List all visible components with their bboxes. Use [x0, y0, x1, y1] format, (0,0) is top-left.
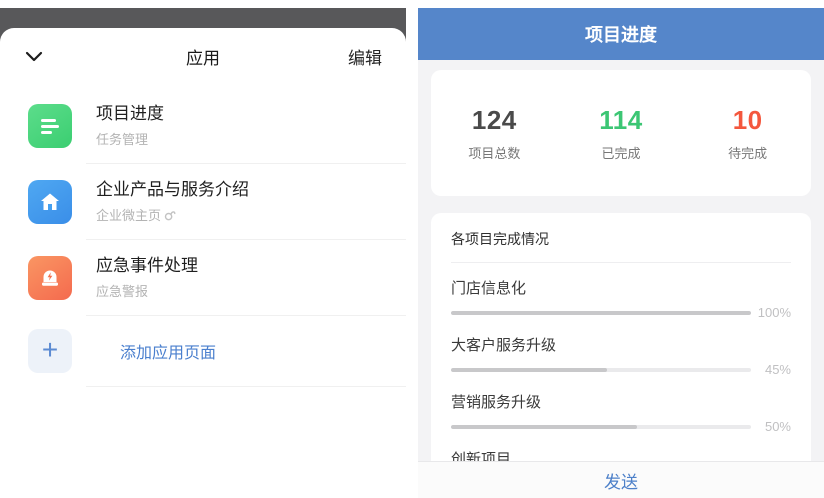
app-item-title: 应急事件处理 — [96, 255, 198, 277]
divider — [451, 262, 791, 263]
app-item-subtitle: 应急警报 — [96, 281, 198, 300]
project-name: 大客户服务升级 — [451, 337, 791, 355]
stat-value: 10 — [684, 105, 811, 136]
progress-track — [451, 368, 751, 372]
add-app-page-button[interactable]: + 添加应用页面 — [0, 316, 406, 386]
project-progress-preview: 项目进度 124 项目总数 114 已完成 10 待完成 各项目完成情况 门店信… — [418, 0, 824, 498]
progress-track — [451, 311, 751, 315]
progress-bar-row: 50% — [451, 419, 791, 434]
tasks-list-icon — [28, 104, 72, 148]
progress-fill — [451, 368, 607, 372]
panel-title: 应用 — [186, 44, 220, 69]
stat-label: 项目总数 — [431, 143, 558, 162]
stat-total: 124 项目总数 — [431, 105, 558, 162]
app-item-title: 项目进度 — [96, 103, 164, 125]
app-item-subtitle: 企业微主页 — [96, 205, 249, 224]
send-bar: 发送 — [418, 461, 824, 498]
app-item-subtitle-text: 企业微主页 — [96, 205, 161, 224]
sheet-header: 应用 编辑 — [0, 34, 406, 78]
link-icon — [164, 208, 176, 221]
stat-label: 待完成 — [684, 143, 811, 162]
edit-button[interactable]: 编辑 — [348, 44, 382, 69]
progress-percent: 50% — [751, 419, 791, 434]
stat-pending: 10 待完成 — [684, 105, 811, 162]
app-item-company-intro[interactable]: 企业产品与服务介绍 企业微主页 — [0, 164, 406, 239]
separator — [86, 386, 406, 387]
stat-label: 已完成 — [558, 143, 685, 162]
stat-completed: 114 已完成 — [558, 105, 685, 162]
app-item-texts: 项目进度 任务管理 — [96, 103, 164, 148]
progress-percent: 45% — [751, 362, 791, 377]
stat-value: 114 — [558, 105, 685, 136]
app-item-subtitle: 任务管理 — [96, 129, 164, 148]
project-row: 营销服务升级 50% — [451, 394, 791, 434]
project-row: 门店信息化 100% — [451, 280, 791, 320]
progress-fill — [451, 311, 751, 315]
app-picker-sheet: 应用 编辑 项目进度 任务管理 — [0, 28, 406, 498]
chevron-down-icon[interactable] — [24, 48, 46, 64]
plus-icon: + — [28, 329, 72, 373]
plus-glyph: + — [42, 336, 58, 364]
app-list: 项目进度 任务管理 企业产品与服务介绍 企业微主页 — [0, 78, 406, 387]
stat-value: 124 — [431, 105, 558, 136]
projects-card: 各项目完成情况 门店信息化 100% 大客户服务升级 45% — [431, 213, 811, 461]
preview-body: 124 项目总数 114 已完成 10 待完成 各项目完成情况 门店信息化 — [418, 60, 824, 461]
home-icon — [28, 180, 72, 224]
project-name: 门店信息化 — [451, 280, 791, 298]
stats-card: 124 项目总数 114 已完成 10 待完成 — [431, 70, 811, 196]
preview-header: 项目进度 — [418, 8, 824, 60]
progress-bar-row: 45% — [451, 362, 791, 377]
alarm-icon — [28, 256, 72, 300]
app-item-project-progress[interactable]: 项目进度 任务管理 — [0, 88, 406, 163]
section-title: 各项目完成情况 — [451, 229, 791, 249]
app-item-texts: 应急事件处理 应急警报 — [96, 255, 198, 300]
add-app-page-label: 添加应用页面 — [120, 339, 216, 363]
project-name: 创新项目 — [451, 451, 791, 461]
app-item-title: 企业产品与服务介绍 — [96, 179, 249, 201]
app-item-emergency[interactable]: 应急事件处理 应急警报 — [0, 240, 406, 315]
send-button[interactable]: 发送 — [604, 468, 638, 493]
progress-fill — [451, 425, 637, 429]
progress-bar-row: 100% — [451, 305, 791, 320]
app-picker-panel: 应用 编辑 项目进度 任务管理 — [0, 0, 406, 498]
project-row: 大客户服务升级 45% — [451, 337, 791, 377]
app-item-texts: 企业产品与服务介绍 企业微主页 — [96, 179, 249, 224]
project-name: 营销服务升级 — [451, 394, 791, 412]
progress-track — [451, 425, 751, 429]
project-row: 创新项目 — [451, 451, 791, 461]
progress-percent: 100% — [751, 305, 791, 320]
